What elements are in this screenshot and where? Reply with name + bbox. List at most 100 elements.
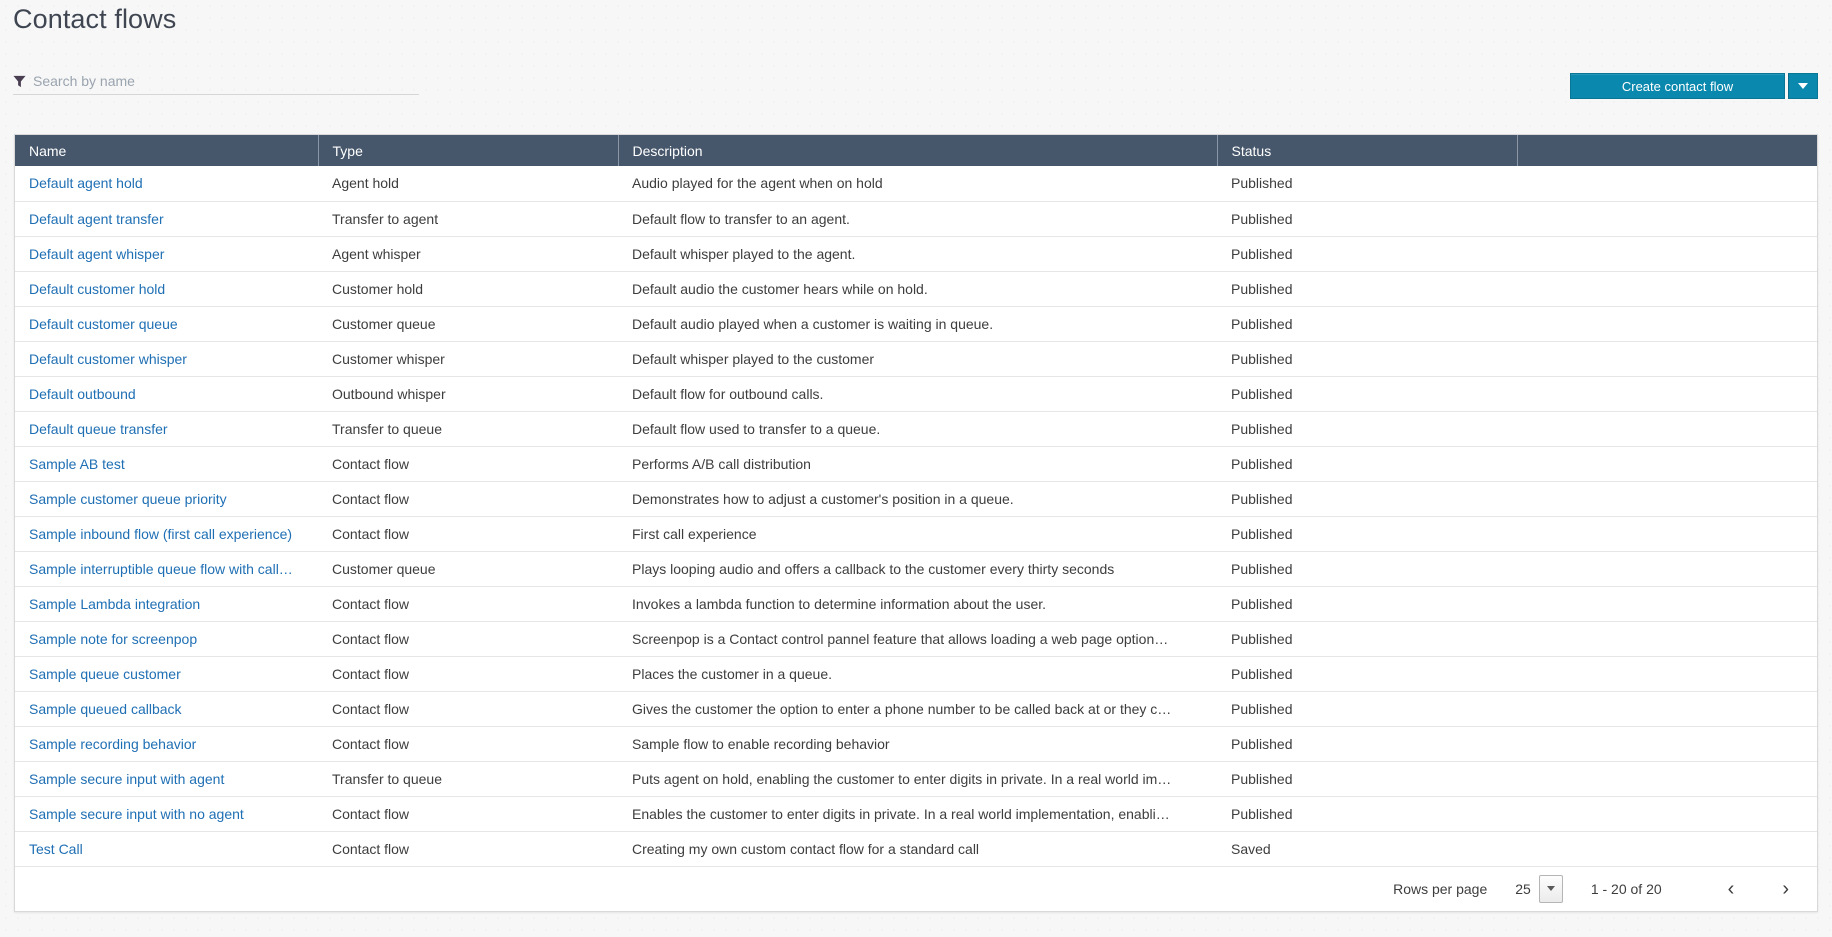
search-field[interactable] bbox=[13, 68, 419, 95]
cell-name: Default agent hold bbox=[15, 166, 318, 202]
cell-name: Default customer hold bbox=[15, 271, 318, 307]
table-row: Sample queued callback Contact flow Gives … bbox=[15, 691, 1817, 727]
cell-description: Audio played for the agent when on hold bbox=[618, 166, 1217, 202]
flow-name-link[interactable]: Default customer hold bbox=[29, 281, 165, 297]
cell-actions bbox=[1517, 166, 1817, 202]
cell-description: Default flow for outbound calls. bbox=[618, 376, 1217, 412]
cell-status: Published bbox=[1217, 376, 1517, 412]
flow-name-link[interactable]: Default outbound bbox=[29, 386, 136, 402]
pagination-bar: Rows per page 25 1 - 20 of 20 ‹ › bbox=[15, 866, 1817, 911]
cell-actions bbox=[1517, 621, 1817, 657]
flow-name-link[interactable]: Sample queue customer bbox=[29, 666, 181, 682]
cell-type: Contact flow bbox=[318, 621, 618, 657]
table-row: Test Call Contact flow Creating my own cus… bbox=[15, 831, 1817, 867]
cell-actions bbox=[1517, 516, 1817, 552]
table-row: Default queue transfer Transfer to queue D… bbox=[15, 411, 1817, 447]
table-body: Default agent hold Agent hold Audio played… bbox=[15, 166, 1817, 867]
cell-description: Gives the customer the option to enter a… bbox=[618, 691, 1217, 727]
cell-actions bbox=[1517, 271, 1817, 307]
flow-name-link[interactable]: Sample Lambda integration bbox=[29, 596, 200, 612]
create-contact-flow-group[interactable]: Create contact flow bbox=[1570, 73, 1818, 99]
cell-name: Sample note for screenpop bbox=[15, 621, 318, 657]
cell-type: Agent whisper bbox=[318, 236, 618, 272]
contact-flows-table-card: Name Type Description Status Default age… bbox=[14, 134, 1818, 912]
flow-name-link[interactable]: Sample secure input with no agent bbox=[29, 806, 244, 822]
cell-name: Sample interruptible queue flow with cal… bbox=[15, 551, 318, 587]
table-row: Sample Lambda integration Contact flow Inv… bbox=[15, 586, 1817, 622]
cell-type: Contact flow bbox=[318, 656, 618, 692]
cell-actions bbox=[1517, 726, 1817, 762]
cell-actions bbox=[1517, 376, 1817, 412]
flow-name-link[interactable]: Sample customer queue priority bbox=[29, 491, 227, 507]
flow-name-link[interactable]: Default agent transfer bbox=[29, 211, 164, 227]
flow-name-link[interactable]: Test Call bbox=[29, 841, 83, 857]
flow-name-link[interactable]: Default agent whisper bbox=[29, 246, 164, 262]
table-row: Default customer hold Customer hold Defaul… bbox=[15, 271, 1817, 307]
table-row: Sample recording behavior Contact flow Sam… bbox=[15, 726, 1817, 762]
chevron-left-icon[interactable]: ‹ bbox=[1722, 879, 1741, 899]
table-row: Default customer whisper Customer whisper… bbox=[15, 341, 1817, 377]
cell-status: Published bbox=[1217, 271, 1517, 307]
cell-status: Published bbox=[1217, 761, 1517, 797]
column-header-actions bbox=[1517, 135, 1817, 166]
column-header-type[interactable]: Type bbox=[318, 135, 619, 166]
cell-type: Contact flow bbox=[318, 446, 618, 482]
cell-name: Default outbound bbox=[15, 376, 318, 412]
rows-per-page-select[interactable] bbox=[1538, 874, 1563, 903]
cell-actions bbox=[1517, 341, 1817, 377]
flow-name-link[interactable]: Default customer queue bbox=[29, 316, 178, 332]
flow-name-link[interactable]: Default customer whisper bbox=[29, 351, 187, 367]
cell-description: First call experience bbox=[618, 516, 1217, 552]
column-header-name[interactable]: Name bbox=[15, 135, 319, 166]
cell-description: Performs A/B call distribution bbox=[618, 446, 1217, 482]
cell-name: Sample secure input with agent bbox=[15, 761, 318, 797]
cell-status: Published bbox=[1217, 411, 1517, 447]
flow-name-link[interactable]: Sample AB test bbox=[29, 456, 125, 472]
cell-actions bbox=[1517, 551, 1817, 587]
cell-description: Screenpop is a Contact control pannel fe… bbox=[618, 621, 1217, 657]
flow-name-link[interactable]: Sample interruptible queue flow with cal… bbox=[29, 561, 293, 577]
chevron-right-icon[interactable]: › bbox=[1776, 879, 1795, 899]
table-row: Sample customer queue priority Contact fl… bbox=[15, 481, 1817, 517]
cell-type: Customer queue bbox=[318, 306, 618, 342]
cell-description: Default whisper played to the agent. bbox=[618, 236, 1217, 272]
cell-actions bbox=[1517, 796, 1817, 832]
cell-status: Published bbox=[1217, 726, 1517, 762]
table-row: Sample inbound flow (first call experien… bbox=[15, 516, 1817, 552]
cell-actions bbox=[1517, 691, 1817, 727]
cell-type: Transfer to queue bbox=[318, 411, 618, 447]
search-input[interactable] bbox=[33, 71, 403, 91]
table-row: Default agent whisper Agent whisper Defaul… bbox=[15, 236, 1817, 272]
cell-name: Sample AB test bbox=[15, 446, 318, 482]
flow-name-link[interactable]: Sample inbound flow (first call experien… bbox=[29, 526, 292, 542]
flow-name-link[interactable]: Sample note for screenpop bbox=[29, 631, 197, 647]
table-row: Sample queue customer Contact flow Places … bbox=[15, 656, 1817, 692]
column-header-description[interactable]: Description bbox=[618, 135, 1218, 166]
create-contact-flow-dropdown-button[interactable] bbox=[1788, 73, 1818, 99]
pagination-range-label: 1 - 20 of 20 bbox=[1590, 880, 1662, 897]
cell-actions bbox=[1517, 761, 1817, 797]
cell-actions bbox=[1517, 831, 1817, 867]
flow-name-link[interactable]: Sample secure input with agent bbox=[29, 771, 224, 787]
flow-name-link[interactable]: Default queue transfer bbox=[29, 421, 168, 437]
table-row: Sample interruptible queue flow with cal… bbox=[15, 551, 1817, 587]
cell-type: Customer queue bbox=[318, 551, 618, 587]
cell-type: Agent hold bbox=[318, 166, 618, 202]
cell-status: Published bbox=[1217, 236, 1517, 272]
cell-actions bbox=[1517, 306, 1817, 342]
flow-name-link[interactable]: Sample recording behavior bbox=[29, 736, 196, 752]
rows-per-page-value: 25 bbox=[1515, 880, 1531, 897]
flow-name-link[interactable]: Default agent hold bbox=[29, 175, 143, 191]
cell-type: Transfer to agent bbox=[318, 201, 618, 237]
cell-description: Default flow used to transfer to a queue… bbox=[618, 411, 1217, 447]
cell-name: Default customer queue bbox=[15, 306, 318, 342]
column-header-status[interactable]: Status bbox=[1217, 135, 1518, 166]
cell-status: Published bbox=[1217, 551, 1517, 587]
create-contact-flow-button[interactable]: Create contact flow bbox=[1570, 73, 1785, 99]
cell-description: Invokes a lambda function to determine i… bbox=[618, 586, 1217, 622]
cell-actions bbox=[1517, 411, 1817, 447]
cell-name: Default customer whisper bbox=[15, 341, 318, 377]
cell-name: Sample Lambda integration bbox=[15, 586, 318, 622]
flow-name-link[interactable]: Sample queued callback bbox=[29, 701, 182, 717]
cell-name: Test Call bbox=[15, 831, 318, 867]
